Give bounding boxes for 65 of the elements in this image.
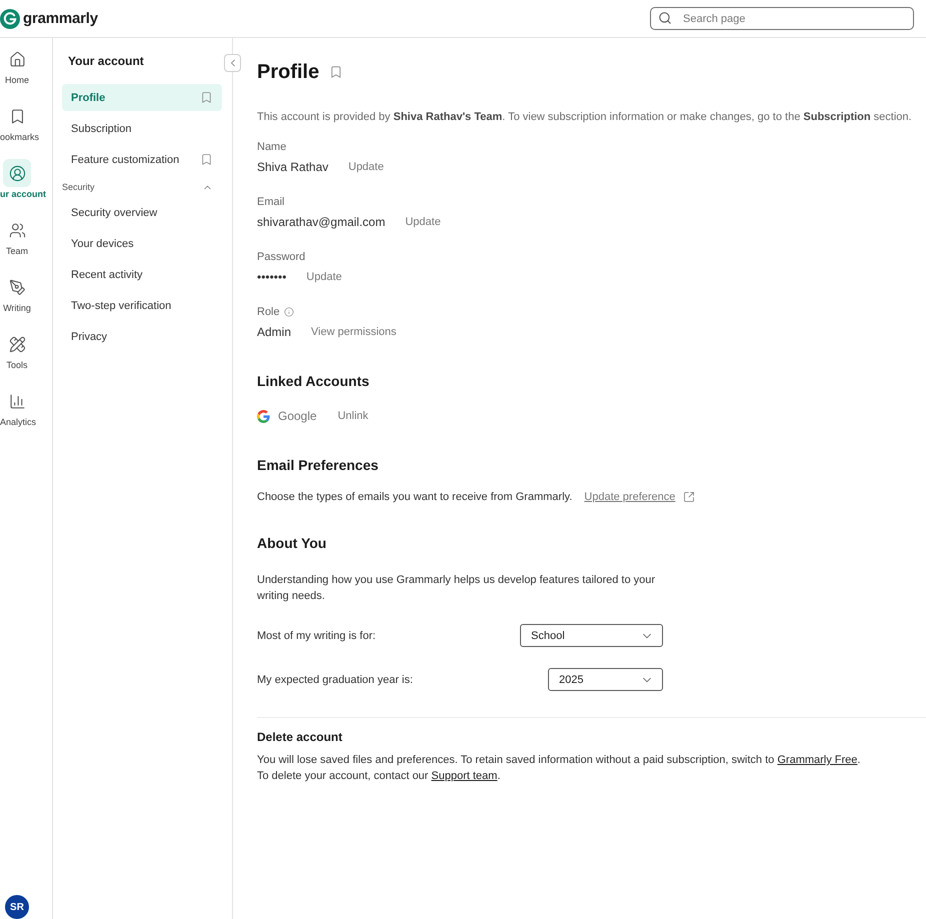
question-label: My expected graduation year is: (257, 674, 413, 686)
home-icon (8, 50, 26, 68)
rail-nav-item[interactable]: ur account (0, 159, 52, 200)
rail-nav-item[interactable]: ookmarks (0, 102, 52, 143)
pencil-ruler-icon (8, 336, 26, 352)
pen-icon (8, 278, 26, 296)
unlink-link[interactable]: Unlink (338, 410, 368, 422)
delete-account-heading: Delete account (257, 729, 344, 746)
sidebar-item[interactable]: Subscription (62, 115, 222, 142)
account-name: Google (278, 409, 317, 423)
external-link-icon[interactable] (683, 491, 696, 503)
sidebar-item[interactable]: Two-step verification (62, 292, 222, 319)
field-label: Role (257, 305, 280, 320)
account-notice: This account is provided by Shiva Rathav's Team. To view subscription information or make changes, go to the Subscription section. (257, 110, 913, 125)
search-icon (658, 11, 672, 25)
search-field[interactable]: Search page (650, 7, 914, 30)
rail-nav-item[interactable]: Analytics (0, 387, 52, 428)
section-heading: Email Preferences (257, 456, 380, 475)
bar-chart-icon (8, 392, 26, 410)
dropdown-select[interactable]: 2025 (548, 668, 663, 691)
rail-nav-item[interactable]: Writing (0, 273, 52, 314)
inline-link[interactable]: Support team (431, 770, 498, 782)
email-preferences-text: Choose the types of emails you want to receive from Grammarly. (257, 490, 572, 505)
field-value: Shiva Rathav (257, 160, 328, 174)
question-label: Most of my writing is for: (257, 630, 376, 642)
bookmark-icon[interactable] (329, 65, 344, 79)
field-action-link[interactable]: Update (348, 161, 384, 173)
page-title: Profile (257, 60, 320, 84)
sidebar-title: Your account (68, 53, 145, 69)
rail-nav-item[interactable]: Tools (0, 330, 52, 371)
delete-account-text: To delete your account, contact our Support team. (257, 769, 502, 784)
rail-nav-item[interactable]: Team (0, 216, 52, 257)
field-label: Password (257, 250, 306, 265)
people-icon (8, 222, 26, 238)
collapse-button[interactable] (224, 54, 241, 72)
field-label: Email (257, 195, 285, 210)
field-action-link[interactable]: Update (306, 271, 342, 283)
logo-text: grammarly (23, 10, 98, 27)
dropdown-select[interactable]: School (520, 624, 663, 647)
sidebar-item[interactable]: Security overview (62, 199, 222, 226)
field-value: shivarathav@gmail.com (257, 215, 386, 229)
field-value: Admin (257, 325, 292, 339)
inline-link[interactable]: Grammarly Free (777, 754, 858, 766)
avatar[interactable]: SR (5, 895, 29, 919)
google-icon (257, 410, 270, 422)
sidebar-item[interactable]: Your devices (62, 230, 222, 257)
about-you-text: Understanding how you use Grammarly helps us develop features tailored to your writing needs. (257, 573, 656, 604)
section-heading: Linked Accounts (257, 372, 370, 391)
sidebar-item[interactable]: Privacy (62, 323, 222, 350)
info-icon[interactable] (284, 307, 294, 317)
section-heading: About You (257, 534, 328, 553)
section-header[interactable]: Security (62, 177, 222, 197)
update-preference-link[interactable]: Update preference (584, 491, 676, 503)
rail-nav-item[interactable]: Home (0, 45, 52, 86)
bookmark-icon[interactable] (200, 153, 213, 166)
sidebar-item[interactable]: Profile (62, 84, 222, 111)
field-label: Name (257, 140, 286, 155)
delete-account-text: You will lose saved files and preferences. To retain saved information without a paid subscription, switch to Grammarly Free. (257, 753, 862, 768)
field-value: ••••••• (257, 270, 286, 284)
field-action-link[interactable]: View permissions (311, 326, 396, 338)
sidebar-item[interactable]: Feature customization (62, 146, 222, 173)
bookmark-icon[interactable] (200, 91, 213, 104)
field-action-link[interactable]: Update (405, 216, 441, 228)
sidebar-item[interactable]: Recent activity (62, 261, 222, 288)
logo-icon (0, 8, 20, 28)
